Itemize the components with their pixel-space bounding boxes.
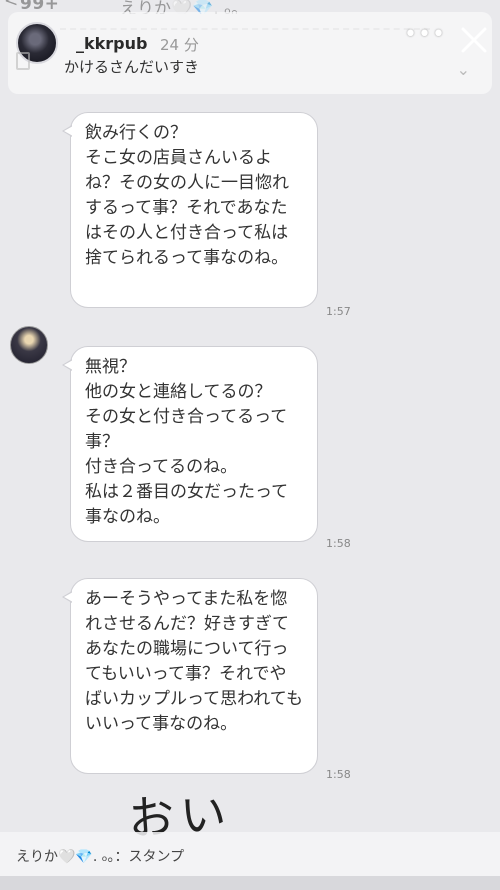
more-options-icon[interactable]: ••• (404, 22, 446, 47)
sender-avatar[interactable] (10, 326, 48, 364)
close-icon[interactable] (460, 26, 488, 54)
bottom-strip (0, 876, 500, 890)
message-bubble: あーそうやってまた私を惚れさせるんだ？好きすぎてあなたの職場について行ってもいい… (62, 578, 318, 774)
message-timestamp: 1:57 (326, 305, 351, 318)
message-bubble: 飲み行くの？ そこ女の店員さんいるよね？その女の人に一目惚れするって事？それであ… (62, 112, 318, 308)
story-time-ago: 24 分 (160, 36, 199, 54)
background-note-icon (16, 52, 30, 70)
message-timestamp: 1:58 (326, 768, 351, 781)
reply-bar[interactable]: えりか🤍💎. ₒ。：スタンプ (0, 832, 500, 876)
message-bubble: 無視？ 他の女と連絡してるの？ その女と付き合ってるって事？ 付き合ってるのね。… (62, 346, 318, 542)
back-chevron-icon: < (4, 0, 19, 11)
message-timestamp: 1:58 (326, 537, 351, 550)
last-message-preview: えりか🤍💎. ₒ。：スタンプ (16, 849, 185, 865)
background-chevron-icon: ⌄ (456, 60, 470, 79)
story-caption: かけるさんだいすき (64, 58, 200, 76)
story-username[interactable]: _kkrpub (76, 34, 147, 53)
